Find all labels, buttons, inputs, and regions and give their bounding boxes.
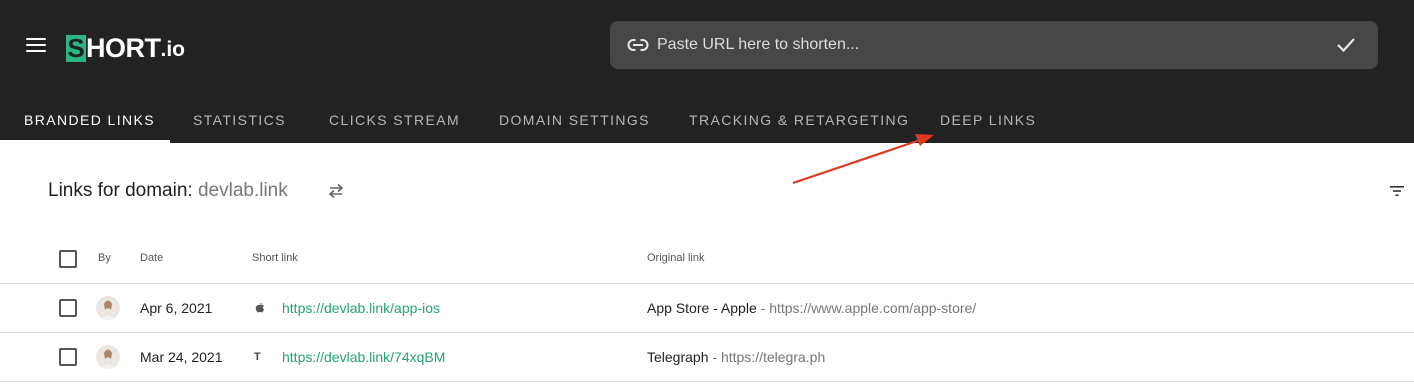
swap-domain-icon[interactable]	[327, 182, 345, 200]
tab-branded-links[interactable]: BRANDED LINKS	[24, 94, 155, 143]
column-short-link: Short link	[252, 252, 298, 264]
nav-tabs: BRANDED LINKS STATISTICS CLICKS STREAM D…	[0, 94, 1414, 143]
table-header: By Date Short link Original link	[0, 234, 1414, 284]
hamburger-menu-icon[interactable]	[26, 38, 46, 52]
page-title: Links for domain: devlab.link	[48, 180, 288, 202]
original-link-title: App Store - Apple	[647, 300, 757, 316]
select-all-checkbox[interactable]	[59, 250, 77, 268]
logo[interactable]: S HORT .io	[66, 30, 185, 62]
tab-tracking-retargeting[interactable]: TRACKING & RETARGETING	[689, 94, 909, 143]
column-original-link: Original link	[647, 252, 705, 264]
tab-domain-settings[interactable]: DOMAIN SETTINGS	[499, 94, 650, 143]
active-tab-indicator	[0, 140, 170, 143]
column-date[interactable]: Date	[140, 252, 163, 264]
original-link[interactable]: Telegraph - https://telegra.ph	[647, 349, 825, 365]
short-link[interactable]: https://devlab.link/74xqBM	[282, 349, 445, 365]
link-icon	[627, 39, 649, 51]
row-date: Mar 24, 2021	[140, 349, 223, 365]
avatar	[96, 345, 120, 369]
table-row[interactable]: Apr 6, 2021 https://devlab.link/app-ios …	[0, 284, 1414, 333]
url-input[interactable]	[657, 21, 1317, 69]
current-domain: devlab.link	[197, 180, 288, 201]
tab-deep-links[interactable]: DEEP LINKS	[940, 94, 1036, 143]
check-icon[interactable]	[1336, 36, 1356, 54]
tab-statistics[interactable]: STATISTICS	[193, 94, 286, 143]
filter-icon[interactable]	[1390, 185, 1404, 197]
telegraph-icon: T	[254, 351, 261, 363]
short-link[interactable]: https://devlab.link/app-ios	[282, 300, 440, 316]
original-link-separator: -	[708, 349, 721, 365]
original-link-url: https://telegra.ph	[720, 349, 826, 365]
original-link[interactable]: App Store - Apple - https://www.apple.co…	[647, 300, 976, 316]
row-checkbox[interactable]	[59, 299, 77, 317]
apple-icon	[255, 302, 264, 313]
url-shortener-box	[610, 21, 1378, 69]
logo-suffix: .io	[160, 38, 186, 61]
table-row[interactable]: Mar 24, 2021 T https://devlab.link/74xqB…	[0, 333, 1414, 382]
tab-clicks-stream[interactable]: CLICKS STREAM	[329, 94, 460, 143]
original-link-url: https://www.apple.com/app-store/	[769, 300, 977, 316]
row-checkbox[interactable]	[59, 348, 77, 366]
row-date: Apr 6, 2021	[140, 300, 213, 316]
column-by: By	[98, 252, 111, 264]
avatar	[96, 296, 120, 320]
top-bar: SHORT.io BRANDED LINKS STATISTICS CLICKS…	[0, 0, 1414, 143]
original-link-separator: -	[756, 300, 770, 316]
logo-text: HORT	[86, 33, 161, 63]
logo-s-mark: S	[66, 33, 86, 63]
original-link-title: Telegraph	[647, 349, 709, 365]
page-title-prefix: Links for domain:	[48, 180, 193, 201]
